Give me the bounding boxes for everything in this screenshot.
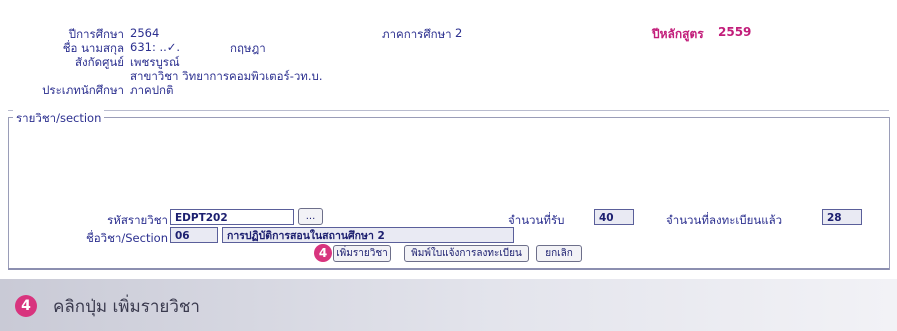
- section-number-field: 06: [170, 227, 218, 243]
- print-slip-button[interactable]: พิมพ์ใบแจ้งการลงทะเบียน: [404, 245, 529, 262]
- semester-label: ภาคการศึกษา: [382, 27, 452, 41]
- course-name-field: การปฏิบัติการสอนในสถานศึกษา 2: [222, 227, 514, 243]
- divider: [8, 268, 889, 270]
- affiliation-label: สังกัดศูนย์: [75, 55, 124, 69]
- section-legend: รายวิชา/section: [13, 110, 105, 128]
- step-marker-icon: 4: [314, 244, 332, 262]
- enrolled-value: 28: [822, 209, 862, 225]
- capacity-value: 40: [594, 209, 634, 225]
- student-type-value: ภาคปกติ: [130, 83, 174, 97]
- enrolled-label: จำนวนที่ลงทะเบียนแล้ว: [666, 213, 783, 227]
- semester-value: 2: [455, 26, 463, 40]
- course-code-input[interactable]: EDPT202: [170, 209, 294, 225]
- student-id: 631: ..✓.: [130, 40, 181, 54]
- instruction-caption-bar: 4 คลิกปุ่ม เพิ่มรายวิชา: [0, 279, 897, 331]
- year-value: 2564: [130, 26, 160, 40]
- browse-course-button[interactable]: ...: [298, 208, 323, 225]
- capacity-label: จำนวนที่รับ: [508, 213, 565, 227]
- step-number-icon: 4: [15, 295, 37, 317]
- student-type-label: ประเภทนักศึกษา: [42, 83, 124, 97]
- student-name: กฤษฎา: [230, 41, 266, 55]
- course-name-label: ชื่อวิชา/Section: [85, 231, 168, 245]
- add-course-button[interactable]: เพิ่มรายวิชา: [333, 245, 391, 262]
- curriculum-label: ปีหลักสูตร: [652, 27, 704, 41]
- instruction-caption: คลิกปุ่ม เพิ่มรายวิชา: [53, 297, 200, 317]
- curriculum-value: 2559: [718, 25, 752, 39]
- course-code-label: รหัสรายวิชา: [107, 213, 168, 227]
- cancel-button[interactable]: ยกเลิก: [536, 245, 582, 262]
